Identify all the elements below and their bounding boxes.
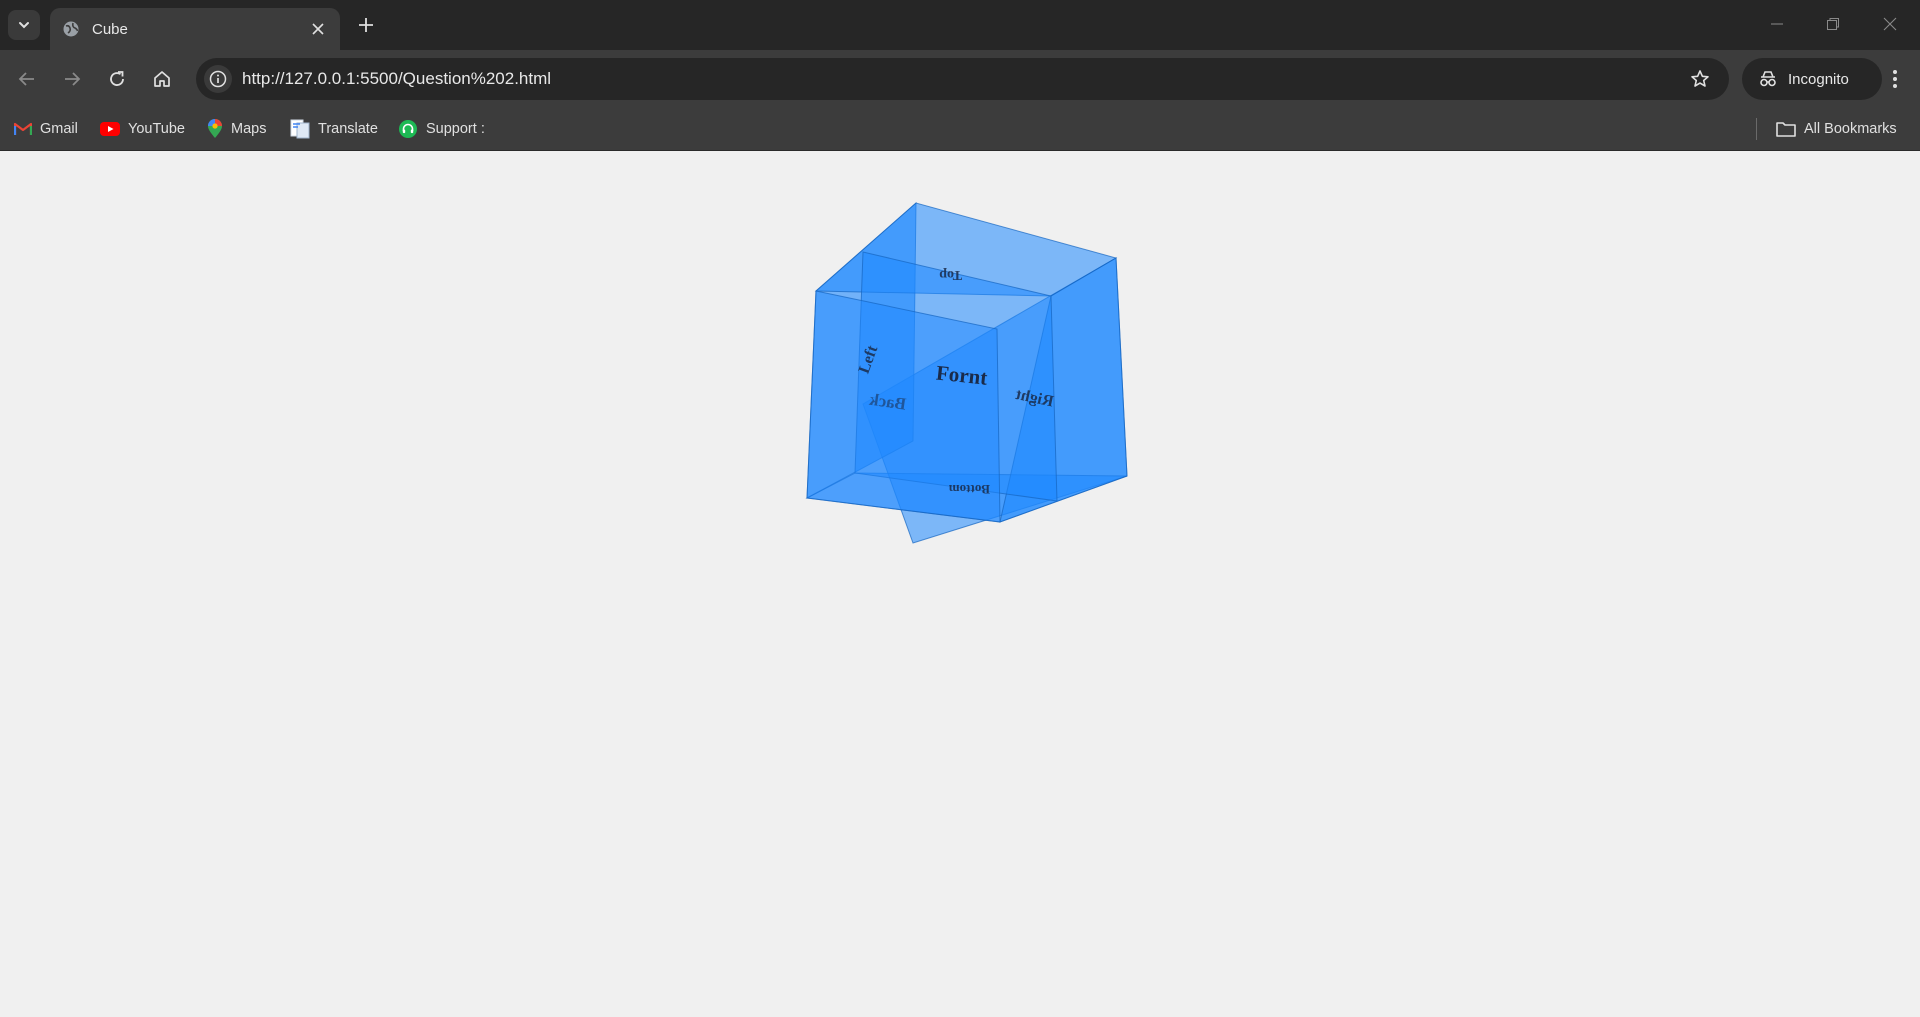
more-vertical-icon: [1893, 70, 1897, 88]
forward-button[interactable]: [59, 66, 85, 92]
restore-icon: [1827, 18, 1839, 30]
home-button[interactable]: [149, 66, 175, 92]
bookmarks-divider: [1756, 118, 1757, 140]
browser-toolbar: http://127.0.0.1:5500/Question%202.html …: [0, 50, 1920, 108]
back-button[interactable]: [14, 66, 40, 92]
all-bookmarks-button[interactable]: All Bookmarks: [1776, 116, 1897, 142]
browser-tab[interactable]: Cube: [50, 8, 340, 50]
close-window-button[interactable]: [1878, 12, 1902, 36]
bookmark-star-icon[interactable]: [1689, 68, 1711, 90]
incognito-indicator[interactable]: Incognito: [1742, 58, 1882, 100]
cube-label-bottom: Bottom: [949, 482, 990, 497]
new-tab-button[interactable]: [354, 13, 378, 37]
bookmark-gmail[interactable]: Gmail: [14, 116, 78, 142]
arrow-right-icon: [65, 72, 81, 86]
bookmarks-bar: Gmail YouTube Maps Translate Support : A…: [0, 108, 1920, 151]
support-icon: [399, 120, 417, 138]
close-icon: [1883, 17, 1897, 31]
chevron-down-icon: [19, 22, 29, 29]
minimize-icon: [1771, 23, 1783, 25]
url-text[interactable]: http://127.0.0.1:5500/Question%202.html: [242, 69, 551, 89]
maps-icon: [208, 119, 222, 138]
restore-button[interactable]: [1821, 12, 1845, 36]
incognito-icon: [1760, 71, 1776, 87]
close-tab-icon[interactable]: [308, 19, 328, 39]
page-viewport: Top Left Fornt Back Right Bottom: [0, 151, 1920, 1017]
plus-icon: [359, 18, 373, 32]
tab-strip: Cube: [0, 0, 1920, 50]
incognito-label: Incognito: [1788, 70, 1849, 88]
menu-button[interactable]: [1882, 66, 1908, 92]
gmail-icon: [14, 122, 32, 135]
arrow-left-icon: [18, 72, 34, 86]
bookmark-maps[interactable]: Maps: [207, 116, 266, 142]
home-icon: [154, 71, 170, 87]
youtube-icon: [100, 122, 120, 136]
folder-icon: [1776, 122, 1796, 137]
address-bar[interactable]: http://127.0.0.1:5500/Question%202.html: [196, 58, 1729, 100]
bookmark-translate[interactable]: Translate: [290, 116, 378, 142]
tab-title: Cube: [92, 20, 128, 38]
bookmark-youtube[interactable]: YouTube: [100, 116, 185, 142]
reload-button[interactable]: [104, 66, 130, 92]
minimize-button[interactable]: [1765, 12, 1789, 36]
translate-icon: [290, 119, 310, 139]
cube-label-top: Top: [939, 267, 962, 282]
bookmark-support[interactable]: Support :: [398, 116, 485, 142]
cube: Top Left Fornt Back Right Bottom: [805, 201, 1128, 544]
globe-icon: [62, 20, 80, 38]
reload-icon: [110, 71, 124, 86]
site-info-icon[interactable]: [204, 65, 232, 93]
tab-search-button[interactable]: [8, 10, 40, 40]
